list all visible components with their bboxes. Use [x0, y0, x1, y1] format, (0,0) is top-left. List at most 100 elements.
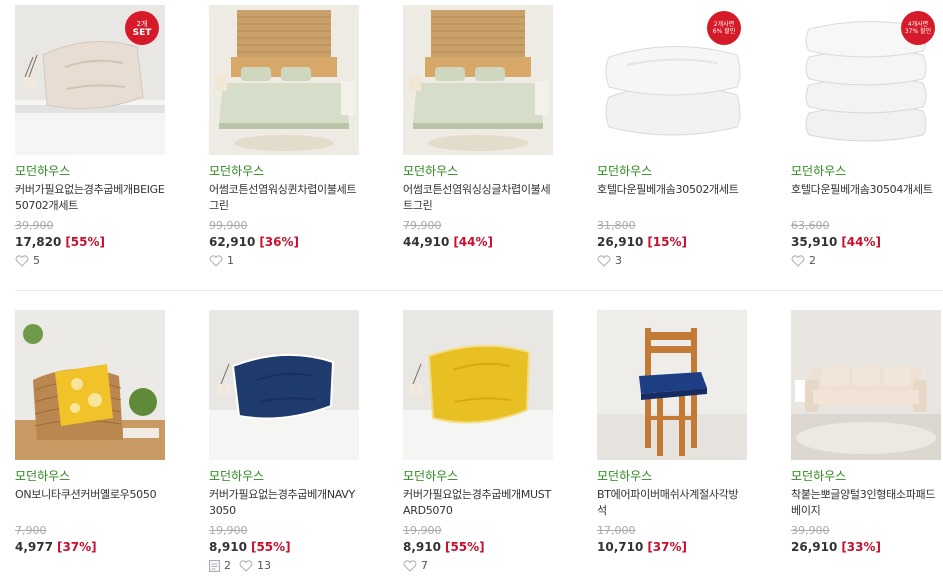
- product-image[interactable]: [791, 310, 941, 460]
- bedding-green-illustration: [403, 5, 553, 155]
- brand-name[interactable]: 모던하우스: [403, 469, 553, 483]
- like-count: 5: [33, 254, 40, 267]
- brand-name[interactable]: 모던하우스: [403, 164, 553, 178]
- badge-top-text: 2개사면: [713, 21, 735, 28]
- discount-rate: [44%]: [453, 235, 494, 249]
- heart-icon[interactable]: [597, 255, 611, 267]
- original-price: 19,900: [209, 524, 248, 537]
- product-card[interactable]: 모던하우스 커버가필요없는경추굽베개NAVY3050 19,900 8,910[…: [209, 310, 359, 573]
- like-count: 2: [809, 254, 816, 267]
- price-line: 35,910 [44%]: [791, 235, 941, 250]
- price-line: 26,910 [15%]: [597, 235, 747, 250]
- product-image[interactable]: [597, 310, 747, 460]
- brand-name[interactable]: 모던하우스: [209, 164, 359, 178]
- product-name[interactable]: 어썸코튼선염워싱싱글차렵이불세트그린: [403, 182, 553, 214]
- product-image[interactable]: [209, 5, 359, 155]
- sale-price: 44,910: [403, 235, 450, 249]
- original-price: 31,800: [597, 219, 636, 232]
- discount-rate: [55%]: [65, 235, 106, 249]
- product-meta: 2: [791, 254, 941, 268]
- product-image[interactable]: [403, 310, 553, 460]
- yellow-cushion-illustration: [15, 310, 165, 460]
- brand-name[interactable]: 모던하우스: [597, 164, 747, 178]
- promo-badge: 2개사면 6% 할인: [707, 11, 741, 45]
- product-meta: 3: [597, 254, 747, 268]
- promo-badge: 4개사면 37% 할인: [901, 11, 935, 45]
- product-name[interactable]: 착붙는뽀글양털3인형태소파패드베이지: [791, 487, 941, 519]
- sale-price: 4,977: [15, 540, 53, 554]
- product-image[interactable]: 2개 SET: [15, 5, 165, 155]
- heart-icon[interactable]: [209, 255, 223, 267]
- brand-name[interactable]: 모던하우스: [15, 469, 165, 483]
- discount-rate: [55%]: [444, 540, 485, 554]
- product-name[interactable]: 커버가필요없는경추굽베개NAVY3050: [209, 487, 359, 519]
- original-price: 17,000: [597, 524, 636, 537]
- product-meta: 5: [15, 254, 165, 268]
- product-card[interactable]: 모던하우스 BT에어파이버매쉬사계절사각방석 17,000 10,710 [37%…: [597, 310, 747, 555]
- original-price: 39,900: [15, 219, 54, 232]
- product-name[interactable]: 호텔다운필베개솜30504개세트: [791, 182, 941, 214]
- product-row-2: 모던하우스 ON보니타쿠션커버옐로우5050 7,900 4,977 [37%]: [0, 305, 943, 580]
- product-name[interactable]: 호텔다운필베개솜30502개세트: [597, 182, 747, 214]
- product-meta: 1: [209, 254, 359, 268]
- heart-icon[interactable]: [403, 560, 417, 572]
- price-line: 8,910 [55%]: [403, 540, 553, 555]
- brand-name[interactable]: 모던하우스: [209, 469, 359, 483]
- product-card[interactable]: 2개 SET 모던하우스 커버가필요없는경추굽베개BEIGE50702개세트 3…: [15, 5, 165, 268]
- brand-name[interactable]: 모던하우스: [597, 469, 747, 483]
- product-image[interactable]: [403, 5, 553, 155]
- sale-price: 10,710: [597, 540, 644, 554]
- row-divider: [15, 290, 943, 291]
- heart-icon[interactable]: [15, 255, 29, 267]
- review-count: 2: [224, 559, 231, 572]
- badge-bottom-text: SET: [132, 28, 152, 38]
- like-count: 13: [257, 559, 271, 572]
- badge-top-text: 2개: [136, 20, 148, 28]
- product-card[interactable]: 모던하우스 커버가필요없는경추굽베개MUSTARD5070 19,900 8,9…: [403, 310, 553, 573]
- original-price: 39,900: [791, 524, 830, 537]
- brand-name[interactable]: 모던하우스: [15, 164, 165, 178]
- sale-price: 35,910: [791, 235, 838, 249]
- bedding-green-illustration: [209, 5, 359, 155]
- original-price: 79,900: [403, 219, 442, 232]
- price-line: 26,910 [33%]: [791, 540, 941, 555]
- product-card[interactable]: 모던하우스 ON보니타쿠션커버옐로우5050 7,900 4,977 [37%]: [15, 310, 165, 555]
- original-price: 99,900: [209, 219, 248, 232]
- original-price: 7,900: [15, 524, 47, 537]
- chair-cushion-illustration: [597, 310, 747, 460]
- price-line: 17,820 [55%]: [15, 235, 165, 250]
- product-card[interactable]: 모던하우스 어썸코튼선염워싱싱글차렵이불세트그린 79,900 44,910 [4…: [403, 5, 553, 250]
- product-card[interactable]: 모던하우스 어썸코튼선염워싱퀸차렵이불세트그린 99,900 62,910 [36…: [209, 5, 359, 268]
- product-name[interactable]: 커버가필요없는경추굽베개BEIGE50702개세트: [15, 182, 165, 214]
- product-name[interactable]: BT에어파이버매쉬사계절사각방석: [597, 487, 747, 519]
- review-icon[interactable]: [209, 560, 220, 572]
- original-price: 19,900: [403, 524, 442, 537]
- sale-price: 62,910: [209, 235, 256, 249]
- product-image[interactable]: 4개사면 37% 할인: [791, 5, 941, 155]
- product-name[interactable]: 어썸코튼선염워싱퀸차렵이불세트그린: [209, 182, 359, 214]
- price-line: 62,910 [36%]: [209, 235, 359, 250]
- brand-name[interactable]: 모던하우스: [791, 164, 941, 178]
- product-image[interactable]: 2개사면 6% 할인: [597, 5, 747, 155]
- brand-name[interactable]: 모던하우스: [791, 469, 941, 483]
- sofa-pad-illustration: [791, 310, 941, 460]
- pillow-navy-illustration: [209, 310, 359, 460]
- sale-price: 8,910: [403, 540, 441, 554]
- product-row-1: 2개 SET 모던하우스 커버가필요없는경추굽베개BEIGE50702개세트 3…: [0, 0, 943, 285]
- product-card[interactable]: 4개사면 37% 할인 모던하우스 호텔다운필베개솜30504개세트 63,60…: [791, 5, 941, 268]
- like-count: 7: [421, 559, 428, 572]
- product-image[interactable]: [209, 310, 359, 460]
- product-name[interactable]: 커버가필요없는경추굽베개MUSTARD5070: [403, 487, 553, 519]
- product-image[interactable]: [15, 310, 165, 460]
- sale-price: 8,910: [209, 540, 247, 554]
- product-name[interactable]: ON보니타쿠션커버옐로우5050: [15, 487, 165, 519]
- heart-icon[interactable]: [239, 560, 253, 572]
- badge-bottom-text: 6% 할인: [712, 28, 736, 35]
- heart-icon[interactable]: [791, 255, 805, 267]
- product-card[interactable]: 2개사면 6% 할인 모던하우스 호텔다운필베개솜30502개세트 31,800…: [597, 5, 747, 268]
- discount-rate: [37%]: [647, 540, 688, 554]
- sale-price: 26,910: [791, 540, 838, 554]
- price-line: 10,710 [37%]: [597, 540, 747, 555]
- product-card[interactable]: 모던하우스 착붙는뽀글양털3인형태소파패드베이지 39,900 26,910 [3…: [791, 310, 941, 555]
- discount-rate: [36%]: [259, 235, 300, 249]
